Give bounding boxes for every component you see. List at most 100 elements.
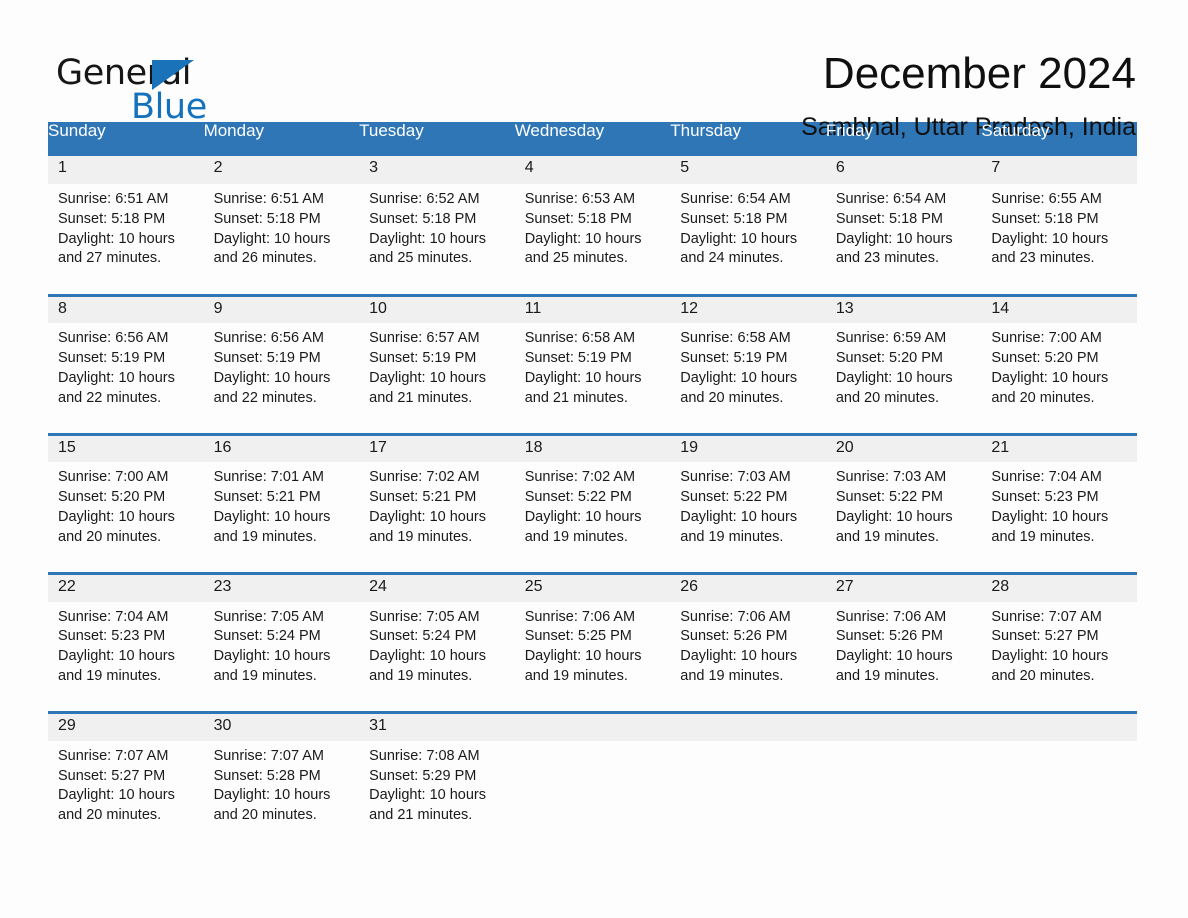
day-number-cell[interactable]: 23 xyxy=(203,572,360,602)
week-date-strip: 1 2 3 4 5 6 7 xyxy=(48,156,1137,184)
daylight-text-line1: Daylight: 10 hours xyxy=(835,230,953,247)
sunset-text: Sunset: 5:20 PM xyxy=(835,349,944,366)
sunrise-text: Sunrise: 7:03 AM xyxy=(680,469,791,486)
day-number-cell[interactable]: 20 xyxy=(825,432,982,463)
sunrise-text: Sunrise: 6:56 AM xyxy=(58,330,169,347)
day-info-cell: Sunrise: 7:04 AM Sunset: 5:23 PM Dayligh… xyxy=(981,462,1137,564)
sunset-text: Sunset: 5:18 PM xyxy=(213,210,321,227)
day-info-cell: Sunrise: 6:58 AM Sunset: 5:19 PM Dayligh… xyxy=(670,323,826,425)
logo-text-blue: Blue xyxy=(131,87,207,127)
day-number-cell[interactable]: 26 xyxy=(670,572,826,602)
day-number-cell[interactable]: 15 xyxy=(48,432,204,463)
day-number-cell[interactable]: 14 xyxy=(981,293,1137,324)
day-number-cell[interactable]: 25 xyxy=(514,572,671,602)
day-number-cell[interactable]: 6 xyxy=(825,156,982,184)
sunrise-text: Sunrise: 7:01 AM xyxy=(213,469,324,486)
sunset-text: Sunset: 5:24 PM xyxy=(369,628,477,645)
day-info-cell: Sunrise: 6:51 AM Sunset: 5:18 PM Dayligh… xyxy=(203,184,360,286)
day-info-cell: Sunrise: 7:06 AM Sunset: 5:25 PM Dayligh… xyxy=(514,601,671,703)
day-number-cell[interactable]: 8 xyxy=(48,293,204,324)
daylight-text-line2: and 22 minutes. xyxy=(213,389,317,406)
sunset-text: Sunset: 5:18 PM xyxy=(524,210,632,227)
day-info-cell: Sunrise: 7:02 AM Sunset: 5:22 PM Dayligh… xyxy=(514,462,671,564)
generalblue-logo[interactable]: General Blue xyxy=(56,48,246,125)
day-number-cell[interactable]: 17 xyxy=(359,432,515,463)
day-number-cell-empty xyxy=(514,711,671,741)
sunset-text: Sunset: 5:18 PM xyxy=(991,210,1099,227)
sunset-text: Sunset: 5:18 PM xyxy=(58,210,166,227)
sunrise-text: Sunrise: 6:56 AM xyxy=(213,330,324,347)
day-number-cell[interactable]: 18 xyxy=(514,432,671,463)
daylight-text-line2: and 25 minutes. xyxy=(369,250,473,267)
weekday-header-monday: Monday xyxy=(203,121,360,156)
sunset-text: Sunset: 5:26 PM xyxy=(835,628,944,645)
day-number-cell[interactable]: 5 xyxy=(670,156,826,184)
daylight-text-line2: and 21 minutes. xyxy=(369,389,473,406)
sunrise-text: Sunrise: 6:53 AM xyxy=(524,191,636,207)
day-info-cell: Sunrise: 7:07 AM Sunset: 5:28 PM Dayligh… xyxy=(203,740,360,838)
day-info-cell: Sunrise: 7:03 AM Sunset: 5:22 PM Dayligh… xyxy=(670,462,826,564)
sunset-text: Sunset: 5:21 PM xyxy=(369,489,477,506)
day-info-cell-empty xyxy=(981,740,1137,838)
sunset-text: Sunset: 5:19 PM xyxy=(58,349,166,366)
daylight-text-line2: and 19 minutes. xyxy=(213,528,317,545)
calendar-page: General Blue December 2024 Sambhal, Utta… xyxy=(0,0,1188,918)
day-number-cell[interactable]: 16 xyxy=(203,432,360,463)
day-info-cell: Sunrise: 7:00 AM Sunset: 5:20 PM Dayligh… xyxy=(48,462,204,564)
day-number-cell[interactable]: 4 xyxy=(514,156,671,184)
sunrise-text: Sunrise: 6:55 AM xyxy=(991,191,1102,207)
daylight-text-line2: and 19 minutes. xyxy=(58,667,162,684)
sunrise-text: Sunrise: 6:58 AM xyxy=(524,330,636,347)
sunset-text: Sunset: 5:18 PM xyxy=(835,210,944,227)
sunrise-text: Sunrise: 7:06 AM xyxy=(524,608,636,625)
day-number-cell[interactable]: 13 xyxy=(825,293,982,324)
day-number-cell[interactable]: 12 xyxy=(670,293,826,324)
sunset-text: Sunset: 5:27 PM xyxy=(991,628,1099,645)
triangle-icon xyxy=(152,60,194,90)
day-number-cell[interactable]: 3 xyxy=(359,156,515,184)
daylight-text-line2: and 20 minutes. xyxy=(58,807,162,824)
calendar-body: 1 2 3 4 5 6 7 Sunrise: 6:51 AM Sunset: 5… xyxy=(48,156,1137,838)
day-info-cell: Sunrise: 6:56 AM Sunset: 5:19 PM Dayligh… xyxy=(203,323,360,425)
week-spacer xyxy=(48,424,1137,435)
day-number-cell[interactable]: 10 xyxy=(359,293,515,324)
sunset-text: Sunset: 5:18 PM xyxy=(369,210,477,227)
sunset-text: Sunset: 5:28 PM xyxy=(213,767,321,784)
daylight-text-line2: and 23 minutes. xyxy=(835,250,939,267)
day-number-cell[interactable]: 11 xyxy=(514,293,671,324)
day-number-cell[interactable]: 30 xyxy=(203,711,360,741)
day-number-cell[interactable]: 27 xyxy=(825,572,982,602)
sunset-text: Sunset: 5:19 PM xyxy=(213,349,321,366)
day-number-cell[interactable]: 2 xyxy=(203,156,360,184)
day-number-cell[interactable]: 29 xyxy=(48,711,204,741)
day-number-cell[interactable]: 28 xyxy=(981,572,1137,602)
day-info-cell: Sunrise: 7:06 AM Sunset: 5:26 PM Dayligh… xyxy=(670,601,826,703)
daylight-text-line1: Daylight: 10 hours xyxy=(680,508,798,525)
calendar-container: Sunday Monday Tuesday Wednesday Thursday… xyxy=(48,121,1137,838)
sunset-text: Sunset: 5:23 PM xyxy=(58,628,166,645)
day-number-cell[interactable]: 31 xyxy=(359,711,515,741)
week-info-row: Sunrise: 6:56 AM Sunset: 5:19 PM Dayligh… xyxy=(48,323,1137,425)
daylight-text-line2: and 20 minutes. xyxy=(680,389,784,406)
day-info-cell: Sunrise: 7:06 AM Sunset: 5:26 PM Dayligh… xyxy=(825,601,982,703)
sunrise-text: Sunrise: 7:07 AM xyxy=(991,608,1102,625)
sunrise-text: Sunrise: 7:02 AM xyxy=(524,469,636,486)
daylight-text-line1: Daylight: 10 hours xyxy=(369,648,486,665)
sunset-text: Sunset: 5:29 PM xyxy=(369,767,477,784)
day-number-cell[interactable]: 7 xyxy=(981,156,1137,184)
page-title: December 2024 xyxy=(822,49,1136,98)
daylight-text-line1: Daylight: 10 hours xyxy=(835,648,953,665)
daylight-text-line1: Daylight: 10 hours xyxy=(213,230,331,247)
day-number-cell[interactable]: 1 xyxy=(48,156,204,184)
day-number-cell[interactable]: 19 xyxy=(670,432,826,463)
week-spacer xyxy=(48,702,1137,713)
day-number-cell[interactable]: 9 xyxy=(203,293,360,324)
sunset-text: Sunset: 5:20 PM xyxy=(58,489,166,506)
week-info-row: Sunrise: 7:04 AM Sunset: 5:23 PM Dayligh… xyxy=(48,601,1137,703)
day-info-cell: Sunrise: 6:58 AM Sunset: 5:19 PM Dayligh… xyxy=(514,323,671,425)
day-number-cell[interactable]: 21 xyxy=(981,432,1137,463)
day-number-cell[interactable]: 22 xyxy=(48,572,204,602)
daylight-text-line1: Daylight: 10 hours xyxy=(213,787,331,804)
day-number-cell[interactable]: 24 xyxy=(359,572,515,602)
sunset-text: Sunset: 5:25 PM xyxy=(524,628,632,645)
